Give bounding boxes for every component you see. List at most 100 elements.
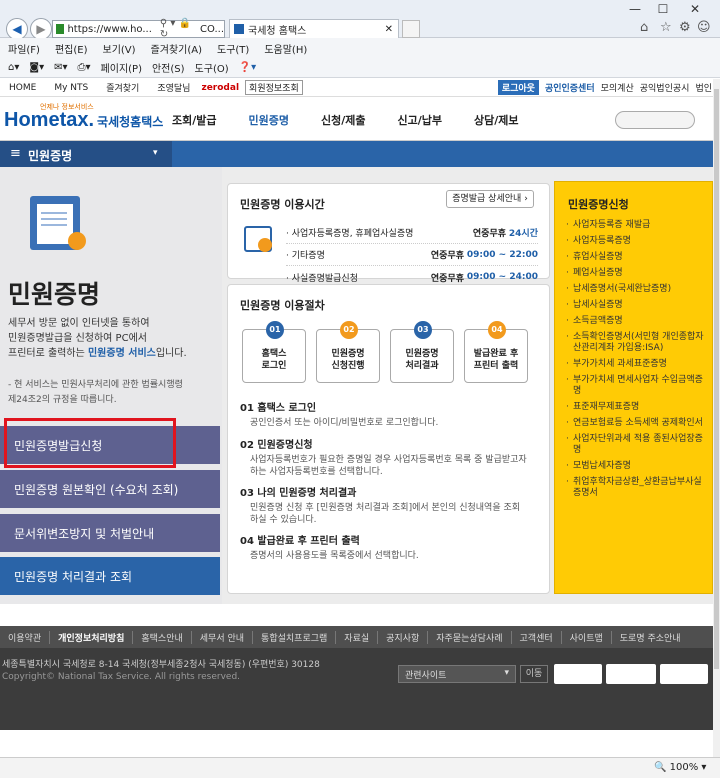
- footer-link-sitemap[interactable]: 사이트맵: [562, 630, 612, 644]
- section-selector[interactable]: ≡ 민원증명 ▾: [0, 141, 172, 167]
- close-window-icon[interactable]: ✕: [684, 2, 706, 18]
- apply-list: 사업자등록증 재발급사업자등록증명휴업사실증명폐업사실증명납세증명서(국세완납증…: [565, 220, 707, 504]
- apply-item[interactable]: 표준재무제표증명: [565, 402, 707, 413]
- footer-link-address[interactable]: 도로명 주소안내: [612, 631, 689, 644]
- nav-certificates[interactable]: 민원증명: [249, 112, 289, 128]
- new-tab-button[interactable]: [402, 20, 420, 38]
- home-icon[interactable]: ⌂: [640, 20, 648, 35]
- util-mock-calc[interactable]: 모의계산: [601, 81, 634, 94]
- footer-link-library[interactable]: 자료실: [336, 630, 379, 644]
- apply-item[interactable]: 사업자등록증 재발급: [565, 220, 707, 231]
- procedure-title: 민원증명 이용절차: [240, 299, 325, 312]
- zoom-value: 100%: [669, 762, 699, 773]
- apply-item[interactable]: 모범납세자증명: [565, 461, 707, 472]
- apply-item[interactable]: 부가가치세 면세사업자 수입금액증명: [565, 375, 707, 397]
- footer-link-terms[interactable]: 이용약관: [0, 630, 51, 644]
- go-button[interactable]: 이동: [520, 665, 548, 683]
- result-inquiry-button[interactable]: 민원증명 처리결과 조회: [0, 557, 220, 595]
- mail-icon[interactable]: ✉▾: [54, 62, 67, 73]
- apply-item[interactable]: 연금보험료등 소득세액 공제확인서: [565, 418, 707, 429]
- apply-item[interactable]: 납세증명서(국세완납증명): [565, 284, 707, 295]
- menu-file[interactable]: 파일(F): [8, 41, 40, 56]
- verify-original-button[interactable]: 민원증명 원본확인 (수요처 조회): [0, 470, 220, 508]
- tab-close-icon[interactable]: ✕: [385, 24, 393, 35]
- apply-item[interactable]: 소득금액증명: [565, 316, 707, 327]
- apply-item[interactable]: 사업자등록증명: [565, 236, 707, 247]
- util-corp[interactable]: 법인: [695, 81, 712, 94]
- document-icon: [30, 196, 86, 250]
- logout-button[interactable]: 로그아웃: [497, 80, 539, 95]
- desc-line-1: 세무서 방문 없이 인터넷을 통하여: [8, 318, 150, 329]
- print-icon[interactable]: ⎙▾: [78, 62, 91, 73]
- step-line-2: 로그인: [261, 361, 287, 371]
- apply-item[interactable]: 취업후학자금상환_상환금납부사실증명서: [565, 477, 707, 499]
- hours-time: 09:00 ~ 24:00: [466, 272, 538, 282]
- apply-item[interactable]: 폐업사실증명: [565, 268, 707, 279]
- util-home[interactable]: HOME: [0, 83, 45, 93]
- footer-link-support[interactable]: 고객센터: [512, 630, 562, 644]
- hometax-logo[interactable]: Hometax. 국세청홈택스: [4, 109, 163, 132]
- nav-inquiry[interactable]: 조회/발급: [172, 112, 217, 128]
- certification-badge-1: [554, 664, 602, 684]
- apply-item[interactable]: 사업자단위과세 적용 종된사업장증명: [565, 434, 707, 456]
- menu-help[interactable]: 도움말(H): [264, 41, 307, 56]
- util-favorites[interactable]: 즐겨찾기: [97, 81, 148, 94]
- footer-link-privacy[interactable]: 개인정보처리방침: [50, 630, 134, 644]
- util-public-corp[interactable]: 공익법인공시: [640, 81, 690, 94]
- nav-consult[interactable]: 상담/제보: [474, 112, 519, 128]
- apply-item[interactable]: 부가가치세 과세표준증명: [565, 359, 707, 370]
- detail-text: 민원증명 신청 후 [민원증명 처리결과 조회]에서 본인의 신청내역을 조회: [250, 503, 521, 513]
- zoom-level[interactable]: 🔍 100% ▾: [654, 762, 706, 773]
- home-cmd-icon[interactable]: ⌂▾: [8, 62, 19, 73]
- step-number: 04: [488, 321, 506, 339]
- util-member-info[interactable]: 회원정보조회: [245, 80, 303, 95]
- step-line-2: 처리결과: [405, 361, 439, 371]
- gear-icon[interactable]: ⚙: [679, 20, 691, 35]
- nav-filing[interactable]: 신고/납부: [397, 112, 442, 128]
- hours-label: 연중무휴: [472, 229, 507, 239]
- vertical-scrollbar[interactable]: [713, 79, 720, 757]
- smiley-icon[interactable]: ☺: [697, 20, 711, 35]
- hours-row: · 기타증명 연중무휴 09:00 ~ 22:00: [286, 244, 538, 266]
- detail-guide-button[interactable]: 증명발급 상세안내 ›: [446, 190, 534, 208]
- step-line-2: 프린터 출력: [473, 361, 519, 371]
- footer-link-faq[interactable]: 자주묻는상담사례: [428, 630, 512, 644]
- feeds-icon[interactable]: ◙▾: [29, 62, 44, 73]
- address-bar[interactable]: https://www.ho... ⚲ ▾ 🔒 ↻ CO...: [52, 18, 225, 40]
- cmd-tools[interactable]: 도구(O): [195, 60, 229, 75]
- menu-view[interactable]: 보기(V): [103, 41, 136, 56]
- footer-link-guide[interactable]: 홈택스안내: [133, 630, 192, 644]
- forgery-prevention-button[interactable]: 문서위변조방지 및 처벌안내: [0, 514, 220, 552]
- footer-link-notice[interactable]: 공지사항: [378, 630, 429, 644]
- cmd-safety[interactable]: 안전(S): [152, 60, 185, 75]
- section-current: 민원증명: [28, 149, 73, 163]
- maximize-icon[interactable]: ☐: [652, 2, 674, 18]
- menu-edit[interactable]: 편집(E): [55, 41, 88, 56]
- minimize-icon[interactable]: —: [624, 2, 646, 18]
- forward-arrow-icon[interactable]: ▶: [30, 18, 52, 40]
- menu-favorites[interactable]: 즐겨찾기(A): [151, 41, 202, 56]
- favorites-star-icon[interactable]: ☆: [660, 20, 672, 35]
- scrollbar-thumb[interactable]: [714, 89, 719, 669]
- step-line-1: 민원증명: [331, 349, 365, 359]
- footer-link-install[interactable]: 통합설치프로그램: [253, 630, 337, 644]
- apply-item[interactable]: 휴업사실증명: [565, 252, 707, 263]
- back-arrow-icon[interactable]: ◀: [6, 18, 28, 40]
- nav-application[interactable]: 신청/제출: [321, 112, 366, 128]
- hours-rows: · 사업자등록증명, 휴폐업사실증명 연중무휴 24시간 · 기타증명 연중무휴…: [286, 222, 538, 288]
- related-sites-select[interactable]: 관련사이트 ▾: [398, 665, 516, 683]
- apply-item[interactable]: 납세사실증명: [565, 300, 707, 311]
- apply-item[interactable]: 소득확인증명서(서민형 개인종합자산관리계좌 가입용:ISA): [565, 332, 707, 354]
- apply-title: 민원증명신청: [568, 198, 629, 211]
- search-icon[interactable]: ⚲ ▾ 🔒 ↻: [160, 18, 196, 40]
- cmd-page[interactable]: 페이지(P): [101, 60, 142, 75]
- footer-link-office[interactable]: 세무서 안내: [192, 630, 254, 644]
- help-icon[interactable]: ❓▾: [239, 62, 256, 73]
- tab-hometax[interactable]: 국세청 홈택스 ✕: [229, 19, 399, 38]
- service-link[interactable]: 민원증명 서비스: [88, 348, 156, 359]
- hours-name: · 사업자등록증명, 휴폐업사실증명: [286, 229, 414, 239]
- util-cert-center[interactable]: 공인인증센터: [545, 81, 595, 94]
- site-search-input[interactable]: [615, 111, 695, 129]
- menu-tools[interactable]: 도구(T): [217, 41, 249, 56]
- util-mynts[interactable]: My NTS: [45, 83, 97, 93]
